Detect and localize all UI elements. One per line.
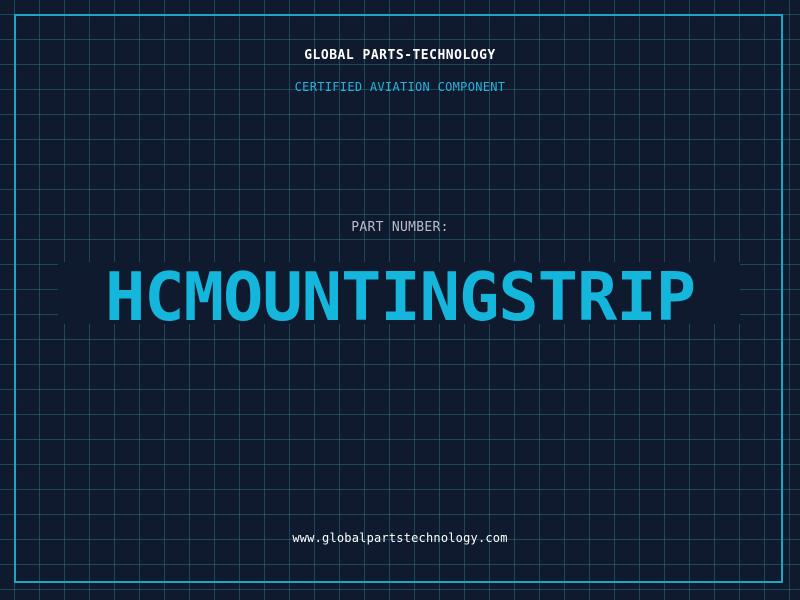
website-url: www.globalpartstechnology.com (292, 531, 508, 545)
part-number-value: HCMOUNTINGSTRIP (104, 258, 696, 336)
part-number-label: PART NUMBER: (351, 220, 449, 235)
certification-subtitle: CERTIFIED AVIATION COMPONENT (294, 80, 506, 94)
company-name: GLOBAL PARTS-TECHNOLOGY (304, 48, 496, 63)
